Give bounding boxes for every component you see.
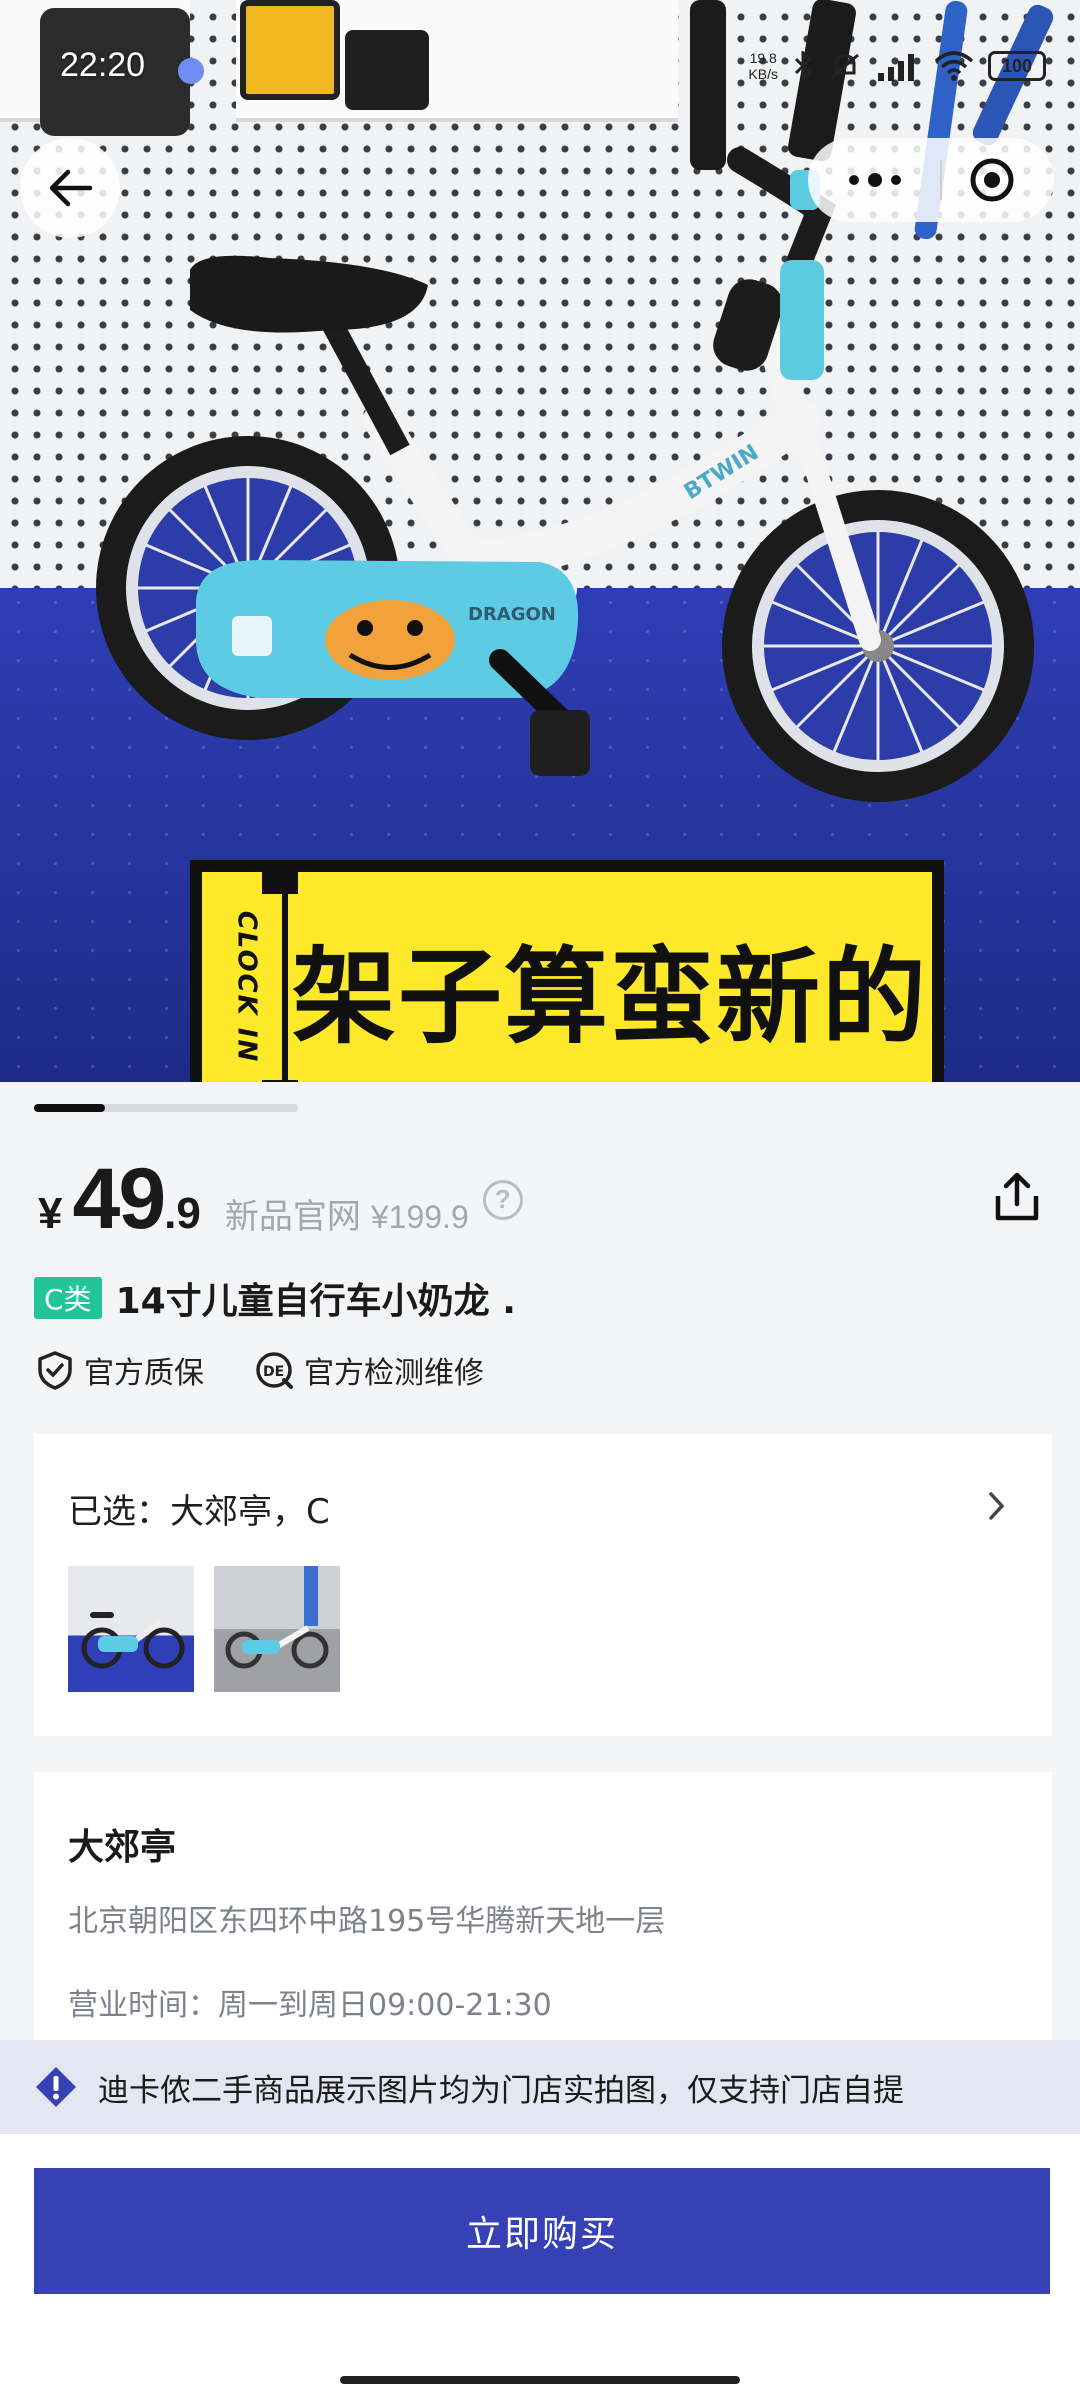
selection-card[interactable]: 已选：大郊亭，C xyxy=(34,1434,1052,1736)
sticker-side-label: CLOCK IN xyxy=(231,910,262,1064)
share-icon xyxy=(995,1172,1039,1221)
notification-dot-icon xyxy=(178,58,204,84)
clock-in-sticker: CLOCK IN 架子算蛮新的 xyxy=(190,860,944,1082)
status-bar: 22:20 19.8 KB/s 100 xyxy=(0,40,1080,100)
status-icons: 19.8 KB/s 100 xyxy=(748,50,1046,82)
price-row: ¥ 49 .9 新品官网 ¥199.9 ? xyxy=(38,1150,523,1249)
shield-check-icon xyxy=(38,1351,72,1390)
grade-badge: C类 xyxy=(34,1277,102,1319)
page-indicator-progress xyxy=(34,1104,106,1112)
more-dots-icon[interactable] xyxy=(830,138,920,222)
service-badges: 官方质保 DE 官方检测维修 xyxy=(36,1348,484,1392)
price-integer: 49 xyxy=(72,1151,166,1247)
status-time: 22:20 xyxy=(60,46,146,84)
product-image-carousel[interactable]: BTWIN DRAGON 22:20 19.8 KB/s 100 CLOCK I… xyxy=(0,0,1080,1082)
target-icon[interactable] xyxy=(962,138,1022,222)
signal-icon xyxy=(878,54,914,81)
share-button[interactable] xyxy=(990,1170,1044,1224)
badge-warranty-label: 官方质保 xyxy=(84,1356,204,1391)
inspect-badge-icon: DE xyxy=(256,1352,293,1389)
network-speed-value: 19.8 xyxy=(749,50,777,66)
image-page-indicator xyxy=(34,1104,298,1112)
selected-option-label: 已选：大郊亭，C xyxy=(68,1492,330,1532)
store-card[interactable]: 大郊亭 北京朝阳区东四环中路195号华腾新天地一层 营业时间：周一到周日09:0… xyxy=(34,1772,1052,2042)
original-price-label: 新品官网 xyxy=(224,1197,361,1237)
network-speed-unit: KB/s xyxy=(748,66,778,82)
warning-diamond-icon xyxy=(36,2067,76,2107)
back-button[interactable] xyxy=(20,138,120,238)
badge-warranty: 官方质保 xyxy=(36,1348,204,1392)
product-title: 14寸儿童自行车小奶龙 . xyxy=(115,1281,516,1322)
battery-icon: 100 xyxy=(988,51,1046,81)
buy-now-button[interactable]: 立即购买 xyxy=(34,2168,1050,2294)
badge-inspection-label: 官方检测维修 xyxy=(304,1356,484,1391)
original-price: ¥199.9 xyxy=(370,1199,469,1235)
handlebar xyxy=(713,147,836,380)
svg-text:DE: DE xyxy=(263,1364,284,1380)
store-hours: 营业时间：周一到周日09:00-21:30 xyxy=(68,1988,552,2023)
capsule-divider xyxy=(940,160,942,200)
mini-program-capsule xyxy=(808,138,1054,222)
currency-symbol: ¥ xyxy=(38,1189,63,1238)
help-icon[interactable]: ? xyxy=(482,1179,523,1220)
store-name: 大郊亭 xyxy=(68,1827,177,1868)
notice-text: 迪卡侬二手商品展示图片均为门店实拍图，仅支持门店自提 xyxy=(98,2072,904,2109)
bluetooth-icon xyxy=(794,51,813,81)
network-speed: 19.8 KB/s xyxy=(748,50,778,82)
store-address: 北京朝阳区东四环中路195号华腾新天地一层 xyxy=(68,1904,666,1939)
product-title-row: C类 14寸儿童自行车小奶龙 . xyxy=(34,1272,516,1324)
mute-bell-icon xyxy=(831,53,859,79)
price-decimal: .9 xyxy=(164,1189,201,1238)
option-thumbnail[interactable] xyxy=(214,1566,340,1692)
wifi-icon xyxy=(934,51,974,81)
svg-text:DRAGON: DRAGON xyxy=(468,604,556,625)
sticker-main-text: 架子算蛮新的 xyxy=(291,935,928,1058)
chevron-right-icon xyxy=(989,1492,1005,1520)
badge-inspection: DE 官方检测维修 xyxy=(254,1348,484,1392)
home-indicator[interactable] xyxy=(340,2376,740,2384)
option-thumbnail[interactable] xyxy=(68,1566,194,1692)
back-arrow-icon xyxy=(49,169,93,207)
saddle xyxy=(190,255,428,333)
pedal xyxy=(530,710,590,776)
pickup-notice: 迪卡侬二手商品展示图片均为门店实拍图，仅支持门店自提 xyxy=(0,2040,1080,2134)
